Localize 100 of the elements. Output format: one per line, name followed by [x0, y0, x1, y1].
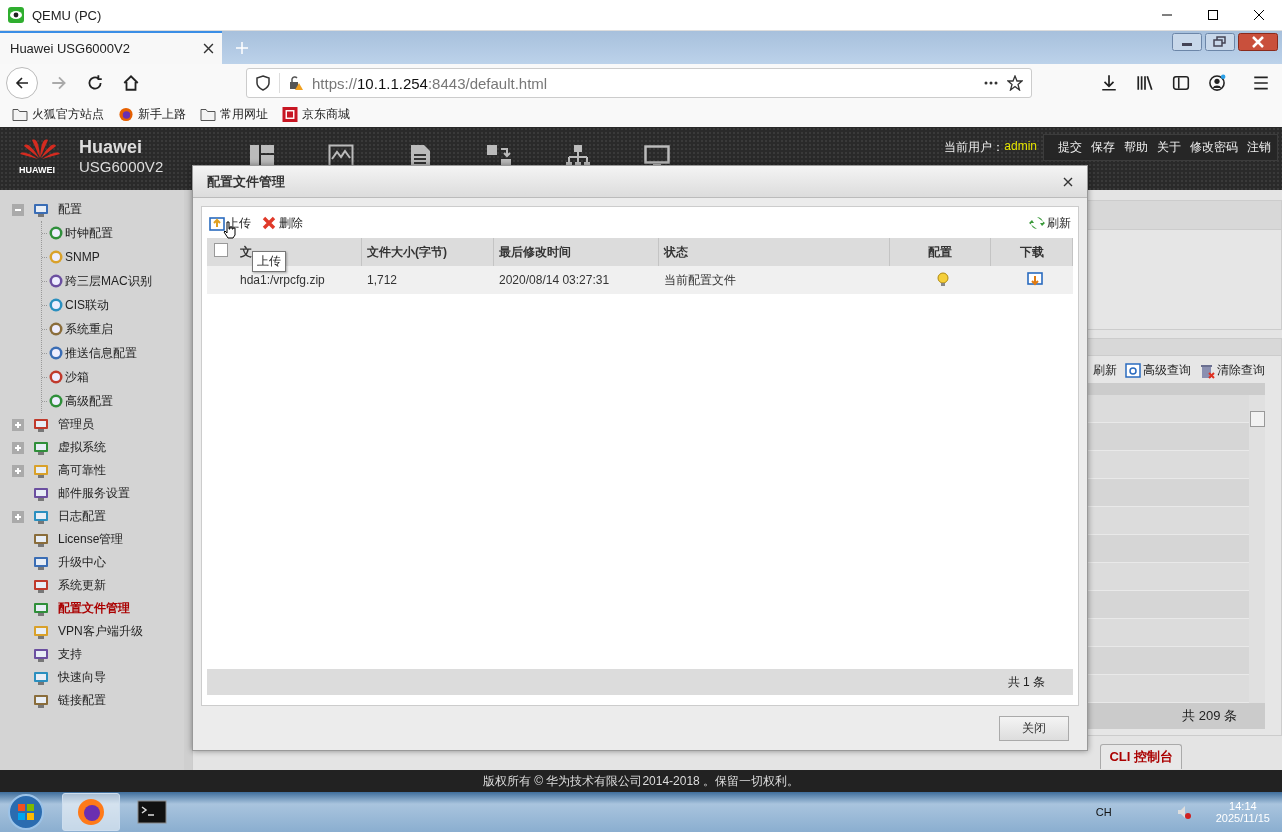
toolbar-link[interactable]: 高级查询 — [1143, 362, 1191, 379]
upload-icon[interactable] — [209, 215, 225, 231]
header-link[interactable]: 注销 — [1247, 139, 1271, 156]
account-icon[interactable] — [1208, 74, 1226, 92]
menu-item-icon — [48, 225, 64, 241]
sidebar-item[interactable]: 邮件服务设置 — [58, 485, 130, 502]
browser-tab[interactable]: Huawei USG6000V2 — [0, 31, 222, 64]
sidebar-item[interactable]: 高可靠性 — [58, 462, 106, 479]
reload-icon[interactable] — [86, 74, 104, 92]
tooltip: 上传 — [252, 251, 286, 272]
sidebar-item[interactable]: 日志配置 — [58, 508, 106, 525]
sidebar-item[interactable]: 链接配置 — [58, 692, 106, 709]
sidebar-item[interactable]: 跨三层MAC识别 — [65, 272, 152, 290]
address-bar[interactable]: https://10.1.1.254:8443/default.html — [246, 68, 1032, 98]
folder-icon — [200, 107, 216, 122]
sidebar-item[interactable]: 配置 — [58, 201, 82, 218]
trash-icon[interactable] — [1199, 362, 1215, 379]
menu-item-icon — [48, 273, 64, 289]
menu-item-icon — [48, 393, 64, 409]
shop-icon — [282, 107, 298, 122]
sidebar-item[interactable]: 支持 — [58, 646, 82, 663]
toolbar-link[interactable]: 刷新 — [1047, 214, 1071, 232]
menu-item-icon — [33, 669, 49, 686]
start-button[interactable] — [6, 792, 46, 832]
terminal-icon — [137, 797, 167, 827]
sidebar-item[interactable]: 管理员 — [58, 416, 94, 433]
menu-item-icon — [33, 485, 49, 502]
bookmark[interactable]: 京东商城 — [282, 106, 350, 123]
sidebar-item[interactable]: License管理 — [58, 531, 124, 548]
minimize-icon[interactable] — [1172, 33, 1202, 51]
user-name: admin — [1004, 139, 1037, 155]
record-count: 共 209 条 — [1182, 707, 1237, 725]
header-link[interactable]: 关于 — [1157, 139, 1181, 156]
menu-item-icon — [48, 249, 64, 265]
menu-item-icon — [33, 531, 49, 548]
download-icon[interactable] — [1100, 74, 1118, 92]
copyright-text: 版权所有 © 华为技术有限公司2014-2018 。保留一切权利。 — [482, 772, 800, 790]
table-cell-text: 1,712 — [366, 273, 399, 287]
lightbulb-icon[interactable] — [935, 272, 951, 288]
sidebar-item[interactable]: 快速向导 — [58, 669, 106, 686]
menu-item-icon — [33, 439, 49, 456]
library-icon[interactable] — [1136, 74, 1154, 92]
menu-item-icon — [33, 692, 49, 709]
bookmark[interactable]: 新手上路 — [118, 106, 186, 123]
search-window-icon[interactable] — [1125, 362, 1141, 379]
brand-name: Huawei — [79, 137, 144, 158]
close-icon[interactable] — [1253, 9, 1265, 21]
sidebar-item[interactable]: SNMP — [65, 250, 100, 264]
close-icon[interactable] — [1063, 176, 1073, 187]
restore-icon[interactable] — [1205, 33, 1235, 51]
taskbar-button[interactable] — [62, 793, 120, 831]
delete-icon[interactable] — [261, 215, 277, 231]
maximize-icon[interactable] — [1207, 9, 1219, 21]
header-link[interactable]: 帮助 — [1124, 139, 1148, 156]
bookmark[interactable]: 常用网址 — [200, 106, 268, 123]
sidebar-item[interactable]: 系统更新 — [58, 577, 106, 594]
close-icon[interactable] — [203, 43, 214, 54]
dialog-title: 配置文件管理 — [207, 172, 286, 191]
sidebar-item[interactable]: 系统重启 — [65, 320, 113, 338]
toolbar-link[interactable]: 删除 — [279, 214, 303, 232]
browser-icon — [118, 107, 134, 122]
sidebar-item[interactable]: 虚拟系统 — [58, 439, 106, 456]
sidebar-icon[interactable] — [1172, 74, 1190, 92]
toolbar-link[interactable]: 刷新 — [1093, 362, 1117, 379]
window-title: QEMU (PC) — [32, 7, 102, 23]
toolbar-link[interactable]: 清除查询 — [1217, 362, 1265, 379]
sidebar-item[interactable]: 沙箱 — [65, 368, 89, 386]
header-link[interactable]: 提交 — [1058, 139, 1082, 156]
menu-item-icon — [33, 600, 49, 617]
back-arrow-icon[interactable] — [14, 75, 30, 91]
cli-tab[interactable]: CLI 控制台 — [1100, 744, 1182, 769]
logo-text: HUAWEI — [19, 165, 55, 175]
menu-item-icon — [33, 416, 49, 433]
sidebar-item[interactable]: 升级中心 — [58, 554, 106, 571]
header-link[interactable]: 修改密码 — [1190, 139, 1238, 156]
menu-icon[interactable] — [1252, 74, 1270, 92]
sidebar-item[interactable]: 高级配置 — [65, 392, 113, 410]
bookmark[interactable]: 火狐官方站点 — [12, 106, 104, 123]
qemu-icon — [8, 7, 24, 23]
refresh-icon[interactable] — [1029, 215, 1045, 231]
menu-item-icon — [48, 369, 64, 385]
back-button[interactable] — [6, 67, 38, 99]
volume-icon[interactable] — [1175, 804, 1192, 820]
close-icon[interactable] — [1238, 33, 1278, 51]
sidebar-item[interactable]: VPN客户端升级 — [58, 623, 143, 640]
sidebar-item[interactable]: 配置文件管理 — [58, 600, 130, 617]
sidebar-item[interactable]: CIS联动 — [65, 296, 109, 314]
menu-item-icon — [33, 646, 49, 663]
user-label: 当前用户： — [944, 139, 1005, 156]
header-link[interactable]: 保存 — [1091, 139, 1115, 156]
folder-icon — [12, 107, 28, 122]
sidebar-item[interactable]: 推送信息配置 — [65, 344, 137, 362]
checkbox[interactable] — [214, 243, 228, 257]
table-cell-text: hda1:/vrpcfg.zip — [239, 273, 326, 287]
sidebar-item[interactable]: 时钟配置 — [65, 224, 113, 242]
scrollbar[interactable] — [1249, 395, 1265, 703]
language-indicator[interactable]: CH — [1095, 806, 1112, 818]
menu-item-icon — [33, 508, 49, 525]
home-icon[interactable] — [122, 74, 140, 92]
close-button[interactable]: 关闭 — [999, 715, 1069, 741]
